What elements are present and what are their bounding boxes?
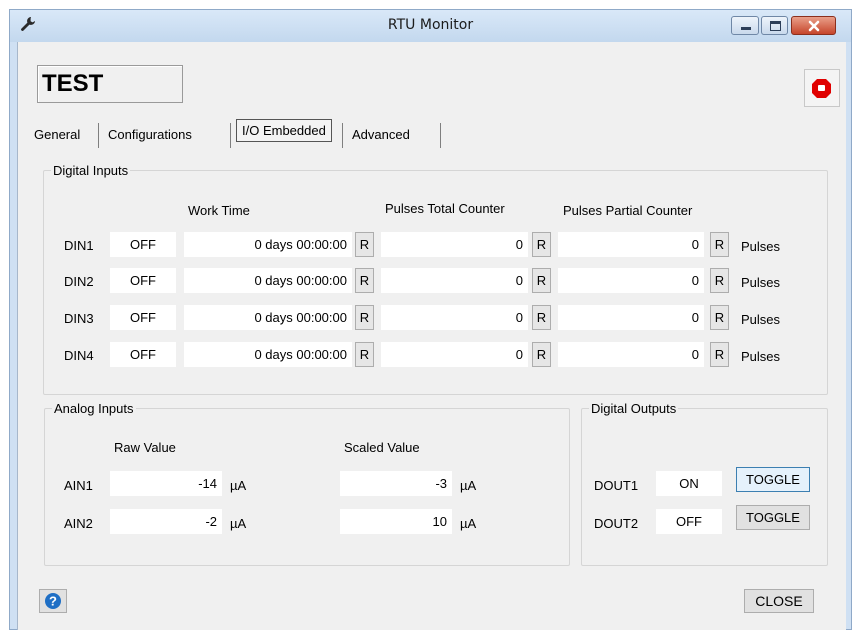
tab-divider [230, 123, 231, 148]
work-time-reset-button[interactable]: R [355, 305, 374, 330]
group-title: Digital Outputs [591, 401, 677, 416]
tab-label: General [34, 127, 81, 142]
toggle-button[interactable]: TOGGLE [736, 467, 810, 492]
pulses-partial-reset-button[interactable]: R [710, 268, 729, 293]
pulses-total-reset-button[interactable]: R [532, 268, 551, 293]
pulses-partial-reset-button[interactable]: R [710, 232, 729, 257]
tab-general[interactable]: General [34, 120, 80, 148]
pulses-partial-field: 0 [558, 268, 704, 293]
minimize-icon [741, 27, 751, 30]
column-header-pulses-total: Pulses Total Counter [385, 201, 505, 216]
maximize-button[interactable] [761, 16, 788, 35]
column-header-work-time: Work Time [188, 203, 250, 218]
raw-unit-label: µA [230, 478, 247, 493]
group-title: Analog Inputs [54, 401, 134, 416]
work-time-field: 0 days 00:00:00 [184, 342, 352, 367]
form-client-area: TEST General Configurations I/O Embedded… [17, 42, 846, 630]
work-time-field: 0 days 00:00:00 [184, 232, 352, 257]
din-state-field: OFF [110, 342, 176, 367]
scaled-value-field: -3 [340, 471, 452, 496]
minimize-button[interactable] [731, 16, 759, 35]
raw-unit-label: µA [230, 516, 247, 531]
help-button[interactable]: ? [39, 589, 67, 613]
title-bar[interactable]: RTU Monitor [10, 10, 851, 42]
pulses-partial-field: 0 [558, 342, 704, 367]
ain-label: AIN1 [64, 478, 93, 493]
pulses-total-reset-button[interactable]: R [532, 232, 551, 257]
din-state-field: OFF [110, 305, 176, 330]
group-title: Digital Inputs [53, 163, 129, 178]
tab-label: Configurations [108, 127, 192, 142]
din-label: DIN1 [64, 238, 94, 253]
column-header-scaled-value: Scaled Value [344, 440, 420, 455]
column-header-pulses-partial: Pulses Partial Counter [563, 203, 693, 218]
din-label: DIN4 [64, 348, 94, 363]
scaled-value-field: 10 [340, 509, 452, 534]
raw-value-field: -14 [110, 471, 222, 496]
tab-divider [342, 123, 343, 148]
pulses-total-reset-button[interactable]: R [532, 305, 551, 330]
pulses-partial-reset-button[interactable]: R [710, 305, 729, 330]
tab-label: Advanced [352, 127, 410, 142]
din-label: DIN3 [64, 311, 94, 326]
window-title: RTU Monitor [387, 17, 474, 33]
work-time-reset-button[interactable]: R [355, 232, 374, 257]
close-button[interactable]: CLOSE [744, 589, 814, 613]
pulses-total-field: 0 [381, 305, 528, 330]
scaled-unit-label: µA [460, 516, 477, 531]
tab-advanced[interactable]: Advanced [352, 120, 410, 148]
raw-value-field: -2 [110, 509, 222, 534]
tab-label: I/O Embedded [236, 119, 332, 142]
close-icon [808, 20, 820, 32]
din-label: DIN2 [64, 274, 94, 289]
work-time-reset-button[interactable]: R [355, 268, 374, 293]
pulses-total-field: 0 [381, 232, 528, 257]
scaled-unit-label: µA [460, 478, 477, 493]
ain-label: AIN2 [64, 516, 93, 531]
stop-button[interactable] [804, 69, 840, 107]
dout-label: DOUT1 [594, 478, 639, 493]
dout-label: DOUT2 [594, 516, 639, 531]
column-header-raw-value: Raw Value [114, 440, 176, 455]
pulses-unit-label: Pulses [741, 312, 781, 327]
pulses-partial-reset-button[interactable]: R [710, 342, 729, 367]
work-time-reset-button[interactable]: R [355, 342, 374, 367]
pulses-partial-field: 0 [558, 305, 704, 330]
dout-state-field: ON [656, 471, 722, 496]
din-state-field: OFF [110, 268, 176, 293]
pulses-total-field: 0 [381, 268, 528, 293]
tab-configurations[interactable]: Configurations [108, 120, 192, 148]
pulses-unit-label: Pulses [741, 239, 781, 254]
pulses-partial-field: 0 [558, 232, 704, 257]
dout-state-field: OFF [656, 509, 722, 534]
help-icon: ? [45, 593, 61, 609]
work-time-field: 0 days 00:00:00 [184, 268, 352, 293]
toggle-button[interactable]: TOGGLE [736, 505, 810, 530]
tab-io-embedded[interactable]: I/O Embedded [236, 119, 332, 148]
svg-text:?: ? [49, 594, 57, 609]
maximize-icon [770, 21, 781, 31]
pulses-total-field: 0 [381, 342, 528, 367]
din-state-field: OFF [110, 232, 176, 257]
rtu-monitor-window: RTU Monitor TEST General Configurations … [9, 9, 852, 630]
tab-divider [98, 123, 99, 148]
device-name: TEST [42, 70, 104, 97]
tab-divider [440, 123, 441, 148]
pulses-unit-label: Pulses [741, 349, 781, 364]
pulses-unit-label: Pulses [741, 275, 781, 290]
work-time-field: 0 days 00:00:00 [184, 305, 352, 330]
pulses-total-reset-button[interactable]: R [532, 342, 551, 367]
window-close-button[interactable] [791, 16, 836, 35]
device-name-display: TEST [37, 65, 183, 103]
stop-icon [812, 79, 831, 98]
